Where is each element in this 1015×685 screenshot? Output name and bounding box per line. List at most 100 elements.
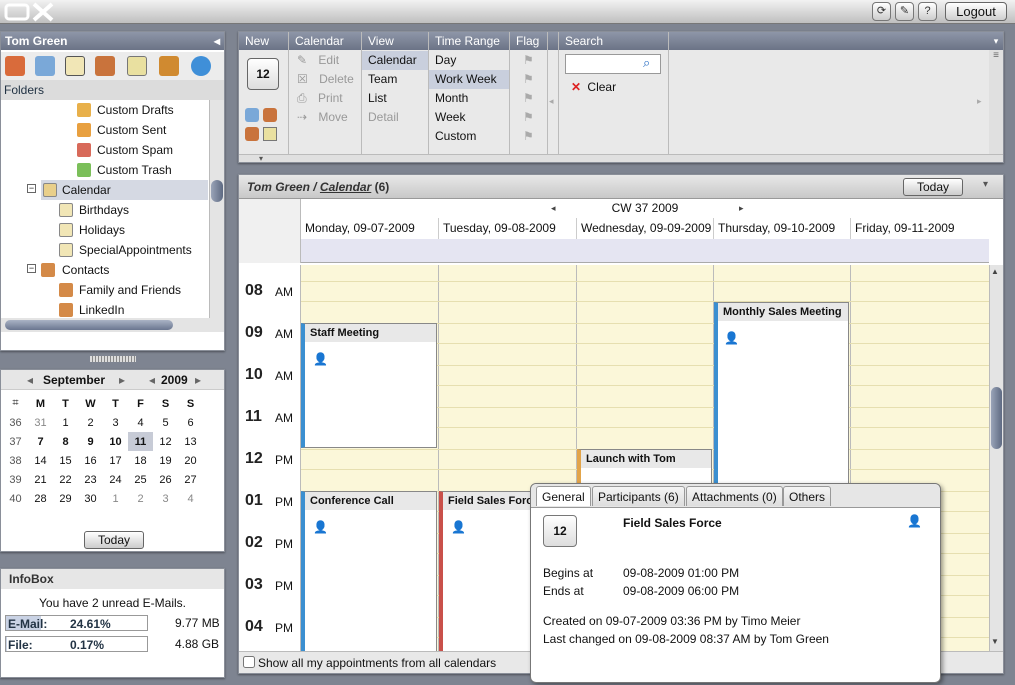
breadcrumb-calendar-link[interactable]: Calendar (320, 180, 371, 194)
tab-attachments[interactable]: Attachments (0) (686, 486, 783, 506)
range-work-week[interactable]: Work Week (429, 70, 509, 89)
range-day[interactable]: Day (435, 51, 456, 70)
delete-button[interactable]: ☒ Delete (297, 70, 354, 89)
day-header[interactable]: Wednesday, 09-09-2009 (577, 218, 714, 239)
week-number[interactable]: 39 (3, 470, 28, 489)
prev-month-icon[interactable]: ◂ (27, 373, 33, 387)
scroll-right-icon[interactable]: ▸ (977, 92, 982, 111)
month-label[interactable]: September (43, 373, 105, 387)
new-appointment-icon[interactable]: 12 (247, 58, 279, 90)
mini-day[interactable]: 26 (153, 470, 178, 489)
day-header[interactable]: Friday, 09-11-2009 (851, 218, 989, 239)
mini-day[interactable]: 3 (103, 413, 128, 432)
mini-day[interactable]: 1 (53, 413, 78, 432)
toolbar-more-icon[interactable]: ≡ (989, 50, 1003, 61)
scroll-thumb[interactable] (991, 387, 1002, 449)
mini-day[interactable]: 9 (78, 432, 103, 451)
folder-holidays[interactable]: Holidays (59, 220, 125, 240)
mini-day[interactable]: 21 (28, 470, 53, 489)
mini-day[interactable]: 20 (178, 451, 203, 470)
new-mail-icon[interactable] (245, 108, 259, 122)
print-button[interactable]: ⎙ Print (297, 89, 343, 108)
folder-contacts[interactable]: Contacts (41, 260, 109, 280)
mini-day[interactable]: 24 (103, 470, 128, 489)
tree-hscrollbar[interactable] (1, 318, 224, 332)
new-distribution-list-icon[interactable] (245, 127, 259, 141)
tree-scrollbar[interactable] (209, 100, 224, 318)
mini-day[interactable]: 7 (28, 432, 53, 451)
mini-day[interactable]: 1 (103, 489, 128, 508)
new-task-icon[interactable] (263, 127, 277, 141)
year-label[interactable]: 2009 (161, 373, 188, 387)
new-contact-icon[interactable] (263, 108, 277, 122)
week-number[interactable]: 37 (3, 432, 28, 451)
mini-day-today[interactable]: 11 (128, 432, 153, 451)
week-number[interactable]: 40 (3, 489, 28, 508)
mini-day[interactable]: 15 (53, 451, 78, 470)
help-icon[interactable]: ? (918, 2, 937, 21)
mini-day[interactable]: 13 (178, 432, 203, 451)
mini-day[interactable]: 4 (178, 489, 203, 508)
mini-day[interactable]: 29 (53, 489, 78, 508)
appointment-monthly-sales-meeting[interactable]: Monthly Sales Meeting 👤 (714, 302, 849, 492)
mini-day[interactable]: 3 (153, 489, 178, 508)
view-list[interactable]: List (368, 89, 387, 108)
range-week[interactable]: Week (435, 108, 465, 127)
next-year-icon[interactable]: ▸ (195, 373, 201, 387)
view-calendar[interactable]: Calendar (362, 51, 428, 70)
folder-birthdays[interactable]: Birthdays (59, 200, 129, 220)
mini-day[interactable]: 30 (78, 489, 103, 508)
mini-day[interactable]: 27 (178, 470, 203, 489)
collapse-icon[interactable]: − (27, 184, 36, 193)
mini-day[interactable]: 31 (28, 413, 53, 432)
appointment-conference-call[interactable]: Conference Call 👤 (301, 491, 437, 651)
mini-today-button[interactable]: Today (84, 531, 144, 549)
show-all-label[interactable]: Show all my appointments from all calend… (258, 656, 496, 670)
mini-day[interactable]: 17 (103, 451, 128, 470)
view-detail[interactable]: Detail (368, 108, 399, 127)
collapse-icon[interactable]: − (27, 264, 36, 273)
day-header[interactable]: Tuesday, 09-08-2009 (439, 218, 577, 239)
mail-icon[interactable] (35, 56, 55, 76)
mini-day[interactable]: 19 (153, 451, 178, 470)
logout-button[interactable]: Logout (945, 2, 1007, 21)
flag-icon[interactable]: ⚑ (523, 108, 534, 127)
mini-day[interactable]: 12 (153, 432, 178, 451)
flag-clear-icon[interactable]: ⚑ (523, 51, 534, 70)
folder-custom-sent[interactable]: Custom Sent (77, 120, 166, 140)
mini-day[interactable]: 14 (28, 451, 53, 470)
show-all-checkbox[interactable] (243, 656, 255, 668)
mini-day[interactable]: 2 (78, 413, 103, 432)
week-number[interactable]: 38 (3, 451, 28, 470)
toolbar-collapse-icon[interactable]: ▾ (239, 154, 1003, 163)
folder-family-and-friends[interactable]: Family and Friends (59, 280, 181, 300)
mini-day[interactable]: 18 (128, 451, 153, 470)
calendar-scrollbar[interactable]: ▲ ▼ (989, 265, 1003, 651)
next-week-icon[interactable]: ▸ (739, 199, 744, 218)
flag-icon[interactable]: ⚑ (523, 127, 534, 146)
tab-general[interactable]: General (536, 486, 591, 506)
edit-button[interactable]: ✎ Edit (297, 51, 339, 70)
view-team[interactable]: Team (368, 70, 397, 89)
mini-day[interactable]: 28 (28, 489, 53, 508)
prev-week-icon[interactable]: ◂ (551, 199, 556, 218)
mini-day[interactable]: 4 (128, 413, 153, 432)
settings-icon[interactable] (191, 56, 211, 76)
toolbar-menu-icon[interactable]: ▾ (989, 32, 1003, 50)
folder-linkedin[interactable]: LinkedIn (59, 300, 124, 318)
folder-custom-trash[interactable]: Custom Trash (77, 160, 172, 180)
folder-calendar[interactable]: Calendar (41, 180, 208, 200)
folder-special-appointments[interactable]: SpecialAppointments (59, 240, 192, 260)
day-header[interactable]: Monday, 09-07-2009 (301, 218, 439, 239)
prev-year-icon[interactable]: ◂ (149, 373, 155, 387)
tab-participants[interactable]: Participants (6) (592, 486, 685, 506)
next-month-icon[interactable]: ▸ (119, 373, 125, 387)
scroll-left-icon[interactable]: ◂ (549, 92, 554, 111)
scroll-down-icon[interactable]: ▼ (991, 637, 999, 646)
range-month[interactable]: Month (435, 89, 468, 108)
portfolio-icon[interactable] (159, 56, 179, 76)
mini-day[interactable]: 23 (78, 470, 103, 489)
flag-icon[interactable]: ⚑ (523, 89, 534, 108)
mini-day[interactable]: 22 (53, 470, 78, 489)
tasks-icon[interactable] (127, 56, 147, 76)
